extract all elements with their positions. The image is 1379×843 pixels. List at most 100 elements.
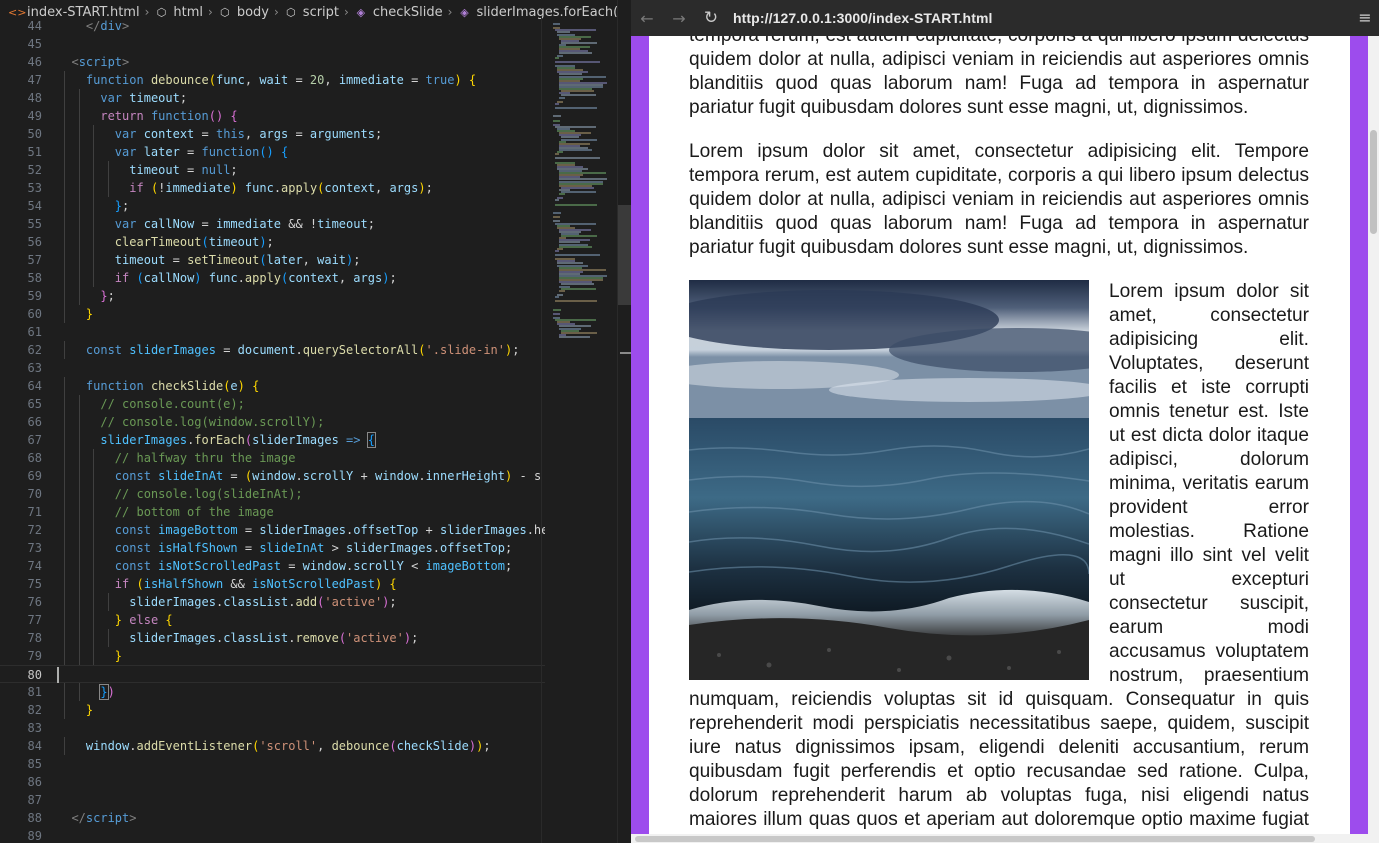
code-line[interactable]: 48 var timeout;: [0, 89, 545, 107]
paragraph: Lorem ipsum dolor sit amet, consectetur …: [689, 141, 1309, 258]
minimap-line: [555, 153, 559, 156]
page-scrollbar[interactable]: [1368, 36, 1379, 834]
code-text: const slideInAt = (window.scrollY + wind…: [114, 469, 542, 483]
code-line[interactable]: 44 </div>: [0, 17, 545, 35]
code-text: const imageBottom = sliderImages.offsetT…: [114, 523, 545, 537]
code-line[interactable]: 47 function debounce(func, wait = 20, im…: [0, 71, 545, 89]
code-line[interactable]: 52 timeout = null;: [0, 161, 545, 179]
line-number: 49: [27, 109, 42, 123]
code-line[interactable]: 72 const imageBottom = sliderImages.offs…: [0, 521, 545, 539]
line-number: 65: [27, 397, 42, 411]
page-scrollbar-thumb[interactable]: [1370, 130, 1377, 234]
code-line[interactable]: 51 var later = function() {: [0, 143, 545, 161]
code-line[interactable]: 80: [0, 665, 545, 683]
hamburger-menu-icon: ≡: [1358, 8, 1372, 27]
code-line[interactable]: 84 window.addEventListener('scroll', deb…: [0, 737, 545, 755]
code-line[interactable]: 75 if (isHalfShown && isNotScrolledPast)…: [0, 575, 545, 593]
line-number: 89: [27, 829, 42, 843]
horizontal-scrollbar[interactable]: [631, 834, 1379, 843]
code-line[interactable]: 71 // bottom of the image: [0, 503, 545, 521]
minimap-line: [555, 296, 559, 298]
code-line[interactable]: 69 const slideInAt = (window.scrollY + w…: [0, 467, 545, 485]
code-text: if (isHalfShown && isNotScrolledPast) {: [114, 577, 397, 591]
reload-icon: ↻: [703, 8, 719, 28]
line-number: 81: [27, 685, 42, 699]
code-line[interactable]: 79 }: [0, 647, 545, 665]
code-line[interactable]: 73 const isHalfShown = slideInAt > slide…: [0, 539, 545, 557]
code-line[interactable]: 53 if (!immediate) func.apply(context, a…: [0, 179, 545, 197]
code-text: };: [114, 199, 130, 213]
code-line[interactable]: 68 // halfway thru the image: [0, 449, 545, 467]
paragraph-with-image: Lorem ipsum dolor sit amet, consectetur …: [689, 280, 1309, 834]
minimap-line: [553, 115, 561, 118]
minimap-line: [561, 138, 598, 141]
code-line[interactable]: 83: [0, 719, 545, 737]
cursor-position-marker: [620, 352, 631, 354]
line-number: 56: [27, 235, 42, 249]
code-text: return function() {: [100, 109, 238, 123]
minimap[interactable]: [545, 17, 617, 843]
minimap-line: [555, 102, 559, 105]
code-line[interactable]: 49 return function() {: [0, 107, 545, 125]
code-text: clearTimeout(timeout);: [114, 235, 274, 249]
address-bar[interactable]: http://127.0.0.1:3000/index-START.html: [733, 10, 993, 26]
code-line[interactable]: 87: [0, 791, 545, 809]
code-line[interactable]: 57 timeout = setTimeout(later, wait);: [0, 251, 545, 269]
code-text: var timeout;: [100, 91, 188, 105]
code-line[interactable]: 63: [0, 359, 545, 377]
minimap-line: [559, 335, 590, 338]
code-line[interactable]: 62 const sliderImages = document.querySe…: [0, 341, 545, 359]
code-line[interactable]: 64 function checkSlide(e) {: [0, 377, 545, 395]
code-line[interactable]: 59 };: [0, 287, 545, 305]
minimap-line: [559, 52, 592, 55]
code-editor[interactable]: <> index-START.html › ⬡ html › ⬡ body › ⬡ script › ◈…: [0, 0, 631, 843]
code-line[interactable]: 78 sliderImages.classList.remove('active…: [0, 629, 545, 647]
code-area[interactable]: 44 </div> 45 46 <script> 47 function deboun…: [0, 17, 545, 843]
editor-scrollbar-thumb[interactable]: [618, 205, 631, 305]
forward-button[interactable]: →: [663, 0, 695, 36]
editor-scrollbar[interactable]: [617, 0, 631, 843]
line-number: 86: [27, 775, 42, 789]
code-line[interactable]: 81 }): [0, 683, 545, 701]
minimap-line: [553, 212, 561, 214]
code-text: const isHalfShown = slideInAt > sliderIm…: [114, 541, 513, 555]
code-line[interactable]: 46 <script>: [0, 53, 545, 71]
code-line[interactable]: 45: [0, 35, 545, 53]
minimap-line: [553, 308, 561, 311]
code-line[interactable]: 67 sliderImages.forEach(sliderImages => …: [0, 431, 545, 449]
minimap-line: [555, 56, 559, 59]
code-line[interactable]: 86: [0, 773, 545, 791]
line-number: 67: [27, 433, 42, 447]
line-number: 64: [27, 379, 42, 393]
code-line[interactable]: 65 // console.count(e);: [0, 395, 545, 413]
code-line[interactable]: 85: [0, 755, 545, 773]
code-text: var callNow = immediate && !timeout;: [114, 217, 375, 231]
code-line[interactable]: 56 clearTimeout(timeout);: [0, 233, 545, 251]
minimap-line: [555, 199, 559, 202]
code-line[interactable]: 60 }: [0, 305, 545, 323]
menu-button[interactable]: ≡: [1357, 8, 1373, 28]
code-line[interactable]: 77 } else {: [0, 611, 545, 629]
code-line[interactable]: 74 const isNotScrolledPast = window.scro…: [0, 557, 545, 575]
code-line[interactable]: 55 var callNow = immediate && !timeout;: [0, 215, 545, 233]
code-line[interactable]: 61: [0, 323, 545, 341]
code-line[interactable]: 76 sliderImages.classList.add('active');: [0, 593, 545, 611]
code-line[interactable]: 66 // console.log(window.scrollY);: [0, 413, 545, 431]
minimap-line: [559, 245, 592, 248]
code-line[interactable]: 54 };: [0, 197, 545, 215]
code-line[interactable]: 58 if (callNow) func.apply(context, args…: [0, 269, 545, 287]
code-text: var later = function() {: [114, 145, 289, 159]
reload-button[interactable]: ↻: [695, 0, 727, 36]
code-line[interactable]: 89: [0, 827, 545, 843]
code-line[interactable]: 70 // console.log(slideInAt);: [0, 485, 545, 503]
back-button[interactable]: ←: [631, 0, 663, 36]
line-number: 59: [27, 289, 42, 303]
line-number: 61: [27, 325, 42, 339]
code-line[interactable]: 82 }: [0, 701, 545, 719]
page-viewport[interactable]: Lorem ipsum dolor sit amet, consectetur …: [631, 36, 1379, 834]
arrow-left-icon: ←: [640, 8, 654, 28]
code-line[interactable]: 88 </script>: [0, 809, 545, 827]
line-number: 82: [27, 703, 42, 717]
code-line[interactable]: 50 var context = this, args = arguments;: [0, 125, 545, 143]
horizontal-scrollbar-thumb[interactable]: [635, 836, 1315, 842]
